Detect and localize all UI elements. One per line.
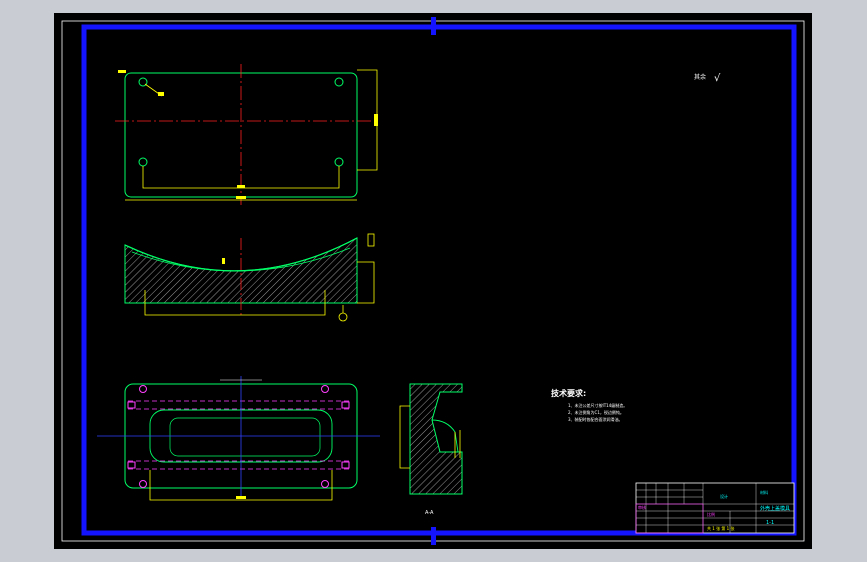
dimension-text [236, 196, 246, 199]
cad-drawing-viewport[interactable]: A-A 其余 √ 技术要求: 1、未注公差尺寸按IT14级制造。 2、未注倒角为… [0, 0, 867, 562]
title-block: 设计 外壳上盖模具 1-1 共 1 张 第 1 张 比例 审核 材料 [635, 482, 795, 534]
tech-requirements-title: 技术要求: [551, 388, 586, 398]
title-block-scale: 比例 [707, 511, 715, 517]
title-block-approve: 审核 [638, 504, 646, 510]
tech-requirement-item: 2、未注倒角为C1，锐边倒钝。 [568, 409, 624, 415]
section-label: A-A [425, 510, 434, 516]
leader-text [118, 70, 126, 73]
dimension-text [237, 185, 245, 188]
title-block-part-name: 外壳上盖模具 [760, 505, 790, 512]
dimension-text [236, 496, 246, 499]
roughness-symbol: √ [714, 73, 721, 84]
title-block-drawing-no: 1-1 [766, 520, 774, 526]
title-block-material: 材料 [760, 489, 768, 495]
frame-center-mark-bottom [431, 527, 436, 545]
tech-requirement-item: 1、未注公差尺寸按IT14级制造。 [568, 402, 627, 408]
title-block-org: 设计 [720, 493, 728, 499]
leader-text [158, 92, 164, 96]
frame-center-mark-top [431, 17, 436, 35]
title-block-sheet: 共 1 张 第 1 张 [707, 525, 734, 531]
tech-requirement-item: 3、装配时各配合面涂润滑油。 [568, 416, 623, 422]
roughness-label: 其余 [694, 73, 706, 81]
dimension-text [222, 258, 225, 264]
dimension-text [374, 114, 378, 126]
